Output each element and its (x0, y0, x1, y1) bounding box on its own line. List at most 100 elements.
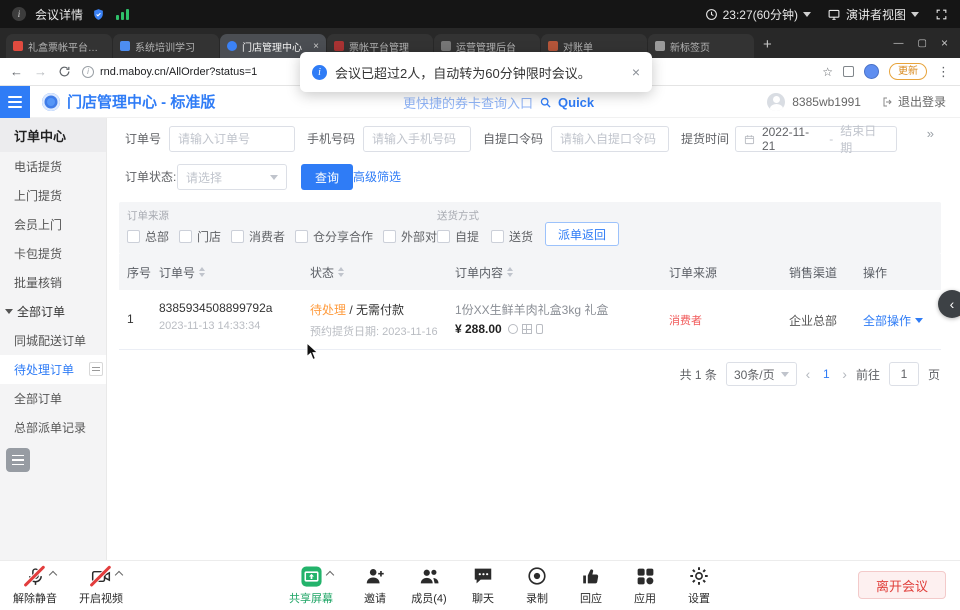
total-count: 共 1 条 (680, 366, 717, 383)
start-video-button[interactable]: 开启视频 (70, 563, 132, 606)
order-no: 8385934508899792a (159, 301, 272, 315)
reactions-label: 回应 (580, 590, 602, 606)
browser-tab[interactable]: 礼盒票帐平台管理中心 (6, 34, 112, 58)
back-icon[interactable]: ← (10, 64, 23, 79)
col-index: 序号 (127, 254, 151, 290)
sidebar-item-all-orders[interactable]: 全部订单 (0, 384, 106, 413)
page-unit-label: 页 (928, 366, 940, 383)
browser-menu-icon[interactable]: ⋮ (937, 64, 950, 80)
share-screen-button[interactable]: 共享屏幕 (280, 563, 342, 606)
chevron-up-icon[interactable] (326, 571, 334, 579)
meeting-topbar: i 会议详情 23:27(60分钟) 演讲者视图 (0, 0, 960, 28)
checkbox-delivery[interactable]: 送货 (491, 228, 533, 245)
user-avatar[interactable] (767, 93, 785, 111)
window-minimize-icon[interactable]: — (894, 38, 904, 49)
gear-icon (688, 565, 710, 587)
meeting-timer[interactable]: 23:27(60分钟) (705, 6, 811, 23)
sidebar-item-city-delivery[interactable]: 同城配送订单 (0, 326, 106, 355)
reactions-button[interactable]: 回应 (560, 563, 622, 606)
toast-close-icon[interactable]: × (632, 64, 640, 80)
sort-icon[interactable] (507, 267, 513, 277)
sidebar-item-member-visit[interactable]: 会员上门 (0, 210, 106, 239)
sort-icon[interactable] (338, 267, 344, 277)
bookmark-star-icon[interactable]: ☆ (822, 65, 833, 79)
col-order-no[interactable]: 订单号 (159, 254, 205, 290)
unmute-button[interactable]: 解除静音 (4, 563, 66, 606)
chat-button[interactable]: 聊天 (452, 563, 514, 606)
current-page[interactable]: 1 (819, 367, 833, 381)
invite-button[interactable]: 邀请 (344, 563, 406, 606)
reload-icon[interactable] (58, 65, 71, 78)
pickup-code-input[interactable] (551, 126, 669, 152)
sidebar-item-batch-verify[interactable]: 批量核销 (0, 268, 106, 297)
checkbox-source-consumer[interactable]: 消费者 (231, 228, 285, 245)
forward-icon[interactable]: → (34, 64, 47, 79)
settings-button[interactable]: 设置 (668, 563, 730, 606)
extensions-icon[interactable] (843, 66, 854, 77)
view-mode-selector[interactable]: 演讲者视图 (827, 6, 919, 23)
window-maximize-icon[interactable]: ▢ (918, 38, 927, 49)
browser-update-button[interactable]: 更新 (889, 63, 927, 80)
pickup-date-range[interactable]: 2022-11-21 - 结束日期 (735, 126, 897, 152)
order-status-select[interactable]: 请选择 (177, 164, 287, 190)
order-no-input[interactable] (169, 126, 295, 152)
table-row[interactable]: 1 8385934508899792a 2023-11-13 14:33:34 … (119, 290, 941, 350)
dispatch-return-button[interactable]: 派单返回 (545, 222, 619, 246)
info-icon: i (312, 65, 327, 80)
meeting-details-label[interactable]: 会议详情 (35, 6, 83, 23)
leave-meeting-button[interactable]: 离开会议 (858, 571, 946, 599)
favicon-icon (227, 41, 237, 51)
col-content[interactable]: 订单内容 (455, 254, 513, 290)
browser-profile-avatar[interactable] (864, 64, 879, 79)
toast-text: 会议已超过2人，自动转为60分钟限时会议。 (335, 63, 591, 82)
row-index: 1 (127, 312, 134, 326)
checkbox-source-store[interactable]: 门店 (179, 228, 221, 245)
checkbox-source-warehouse-coop[interactable]: 仓分享合作 (295, 228, 373, 245)
chevron-up-icon[interactable] (49, 571, 57, 579)
action-cell[interactable]: 全部操作 (863, 312, 923, 329)
sidebar-item-hq-dispatch-log[interactable]: 总部派单记录 (0, 413, 106, 442)
phone-input[interactable] (363, 126, 471, 152)
apps-button[interactable]: 应用 (614, 563, 676, 606)
delivery-method-label: 送货方式 (437, 208, 479, 223)
info-icon: i (12, 7, 26, 21)
meeting-window: i 会议详情 23:27(60分钟) 演讲者视图 礼盒票帐平台管理中心 系统培训… (0, 0, 960, 610)
share-screen-icon (300, 565, 323, 588)
goto-page-input[interactable] (889, 362, 919, 386)
brand: 门店管理中心 - 标准版 (42, 91, 215, 112)
favicon-icon (120, 41, 130, 51)
sidebar-item-door-pickup[interactable]: 上门提货 (0, 181, 106, 210)
col-status[interactable]: 状态 (310, 254, 344, 290)
tab-close-icon[interactable]: × (313, 41, 319, 52)
search-button[interactable]: 查询 (301, 164, 353, 190)
site-info-icon[interactable]: i (82, 66, 94, 78)
checkbox-self-pickup[interactable]: 自提 (437, 228, 479, 245)
browser-tab[interactable]: 新标签页 (648, 34, 754, 58)
new-tab-button[interactable]: + (763, 36, 772, 53)
logout-icon (882, 96, 894, 108)
sidebar-group-all-orders[interactable]: 全部订单 (0, 297, 106, 326)
sidebar-item-phone-pickup[interactable]: 电话提货 (0, 152, 106, 181)
browser-tab[interactable]: 系统培训学习 (113, 34, 219, 58)
logout-button[interactable]: 退出登录 (882, 93, 946, 110)
floating-list-button[interactable] (6, 448, 30, 472)
window-close-icon[interactable]: × (941, 36, 948, 50)
sidebar-item-card-pickup[interactable]: 卡包提货 (0, 239, 106, 268)
sidebar-item-pending-orders[interactable]: 待处理订单 (0, 355, 106, 384)
pin-list-icon[interactable] (89, 362, 103, 376)
menu-burger-button[interactable] (0, 86, 30, 118)
advanced-filter-link[interactable]: 高级筛选 (353, 164, 401, 190)
checkbox-source-hq[interactable]: 总部 (127, 228, 169, 245)
chevron-up-icon[interactable] (115, 571, 123, 579)
members-button[interactable]: 成员(4) (398, 563, 460, 606)
checkbox-icon (127, 230, 140, 243)
collapse-filters-icon[interactable]: » (927, 126, 932, 141)
sort-icon[interactable] (199, 267, 205, 277)
chevron-down-icon (803, 12, 811, 17)
next-page-icon[interactable]: › (842, 366, 847, 382)
fullscreen-icon[interactable] (935, 8, 948, 21)
record-button[interactable]: 录制 (506, 563, 568, 606)
prev-page-icon[interactable]: ‹ (806, 366, 811, 382)
side-panel-handle[interactable]: ‹ (938, 290, 960, 318)
page-size-select[interactable]: 30条/页 (726, 362, 797, 386)
